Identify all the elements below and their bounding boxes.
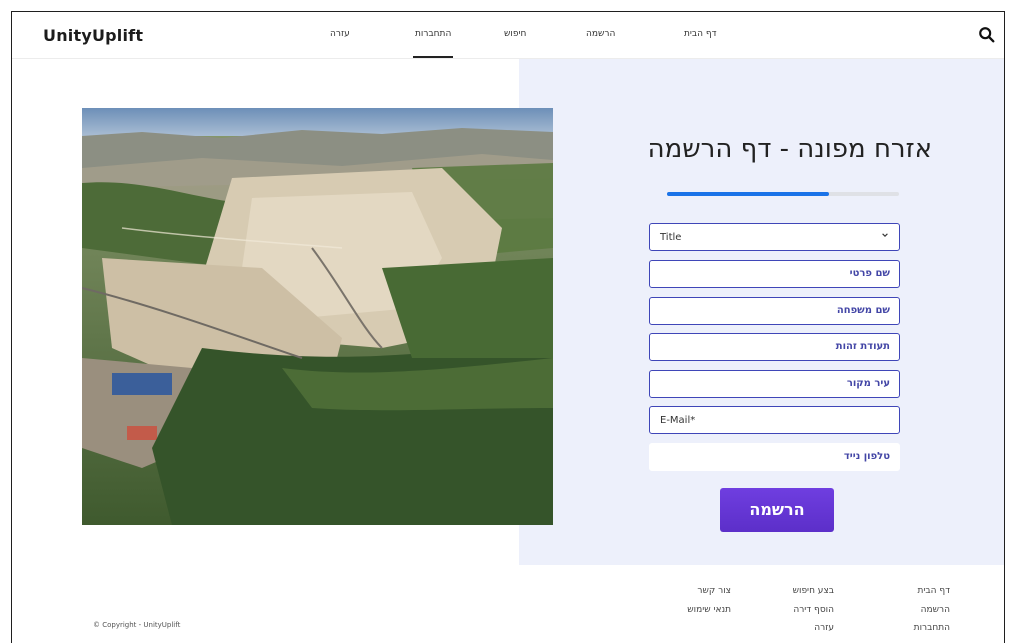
- progress-fill: [667, 192, 830, 196]
- title-select-value: Title: [660, 232, 682, 243]
- footer-link-register[interactable]: הרשמה: [921, 605, 950, 615]
- nav-help[interactable]: עזרה: [330, 29, 350, 39]
- copyright-text: © Copyright - UnityUplift: [93, 621, 181, 629]
- nav-login[interactable]: התחברות: [412, 29, 454, 58]
- footer-link-help[interactable]: עזרה: [814, 623, 834, 633]
- city-aerial-photo: [82, 108, 553, 525]
- page: UnityUplift עזרה התחברות חיפוש הרשמה דף …: [11, 11, 1005, 643]
- last-name-field[interactable]: שם משפחה: [649, 297, 900, 325]
- nav-register[interactable]: הרשמה: [586, 29, 615, 39]
- footer-link-search[interactable]: בצע חיפוש: [793, 586, 834, 596]
- registration-progress-bar: [667, 192, 899, 196]
- mobile-phone-field[interactable]: טלפון נייד: [649, 443, 900, 471]
- footer-link-contact[interactable]: צור קשר: [697, 586, 731, 596]
- search-icon[interactable]: [978, 26, 996, 44]
- form-title: אזרח מפונה - דף הרשמה: [647, 134, 932, 164]
- register-submit-button[interactable]: הרשמה: [720, 488, 834, 532]
- top-navbar: UnityUplift עזרה התחברות חיפוש הרשמה דף …: [12, 12, 1004, 59]
- footer-link-terms[interactable]: תנאי שימוש: [687, 605, 731, 615]
- site-logo[interactable]: UnityUplift: [43, 26, 143, 45]
- email-field[interactable]: E-Mail*: [649, 406, 900, 434]
- footer-link-home[interactable]: דף הבית: [917, 586, 950, 596]
- origin-city-field[interactable]: עיר מקור: [649, 370, 900, 398]
- id-number-field[interactable]: תעודת זהות: [649, 333, 900, 361]
- first-name-field[interactable]: שם פרטי: [649, 260, 900, 288]
- nav-search[interactable]: חיפוש: [504, 29, 526, 39]
- title-select[interactable]: Title: [649, 223, 900, 251]
- footer-link-add-apartment[interactable]: הוסף דירה: [793, 605, 834, 615]
- nav-home[interactable]: דף הבית: [684, 29, 717, 39]
- chevron-down-icon: [882, 233, 888, 237]
- footer-link-login[interactable]: התחברות: [914, 623, 950, 633]
